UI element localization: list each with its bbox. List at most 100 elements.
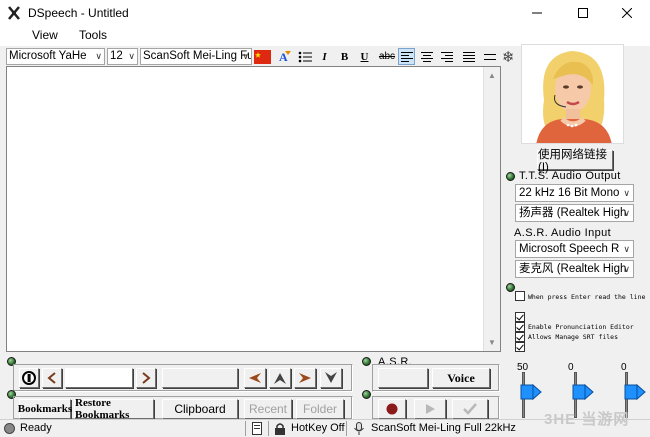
arrow-left-icon [47,372,56,384]
chevron-down-icon: ∨ [623,244,630,254]
pronunciation-label: Enable Pronunciation Editor [528,323,634,331]
voice-select[interactable]: ScanSoft Mei-Ling Fu ∨ [140,48,252,65]
justify-icon [462,51,475,62]
asr-engine-select[interactable]: Microsoft Speech R ∨ [515,240,634,258]
snowflake-icon[interactable]: ❄ [502,48,515,66]
align-right-button[interactable] [438,48,455,65]
strikethrough-button[interactable]: abc [377,48,397,65]
status-badge [506,172,515,181]
play-icon [426,404,435,414]
triangle-down-icon [325,372,337,383]
previous-button[interactable] [42,368,62,388]
tts-device-select[interactable]: 扬声器 (Realtek High ∨ [515,204,634,222]
chevron-down-icon: ∨ [623,208,630,218]
bold-button[interactable]: B [336,48,353,65]
text-editor[interactable]: ▲ ▼ [6,66,501,352]
status-hotkey: HotKey Off [291,422,345,434]
menu-tools[interactable]: Tools [75,28,111,42]
china-flag-icon [254,49,271,64]
restore-bookmarks-button[interactable]: Restore Bookmarks [74,397,154,421]
menu-bar: View Tools [0,26,650,46]
title-bar: DSpeech - Untitled [0,0,650,26]
underline-button[interactable]: U [356,48,373,65]
folder-button[interactable]: Folder [296,399,344,419]
editor-scrollbar[interactable]: ▲ ▼ [483,67,500,351]
tts-format-value: 22 kHz 16 Bit Mono [519,187,620,199]
scroll-up-icon[interactable]: ▲ [484,67,500,84]
asr-engine-value: Microsoft Speech R [519,243,620,255]
chevron-down-icon: ∨ [623,264,630,274]
microphone-icon [354,422,364,435]
option-checkbox[interactable] [515,312,525,322]
tts-format-select[interactable]: 22 kHz 16 Bit Mono ∨ [515,184,634,202]
left-nav-button[interactable] [244,368,266,388]
next-button[interactable] [136,368,156,388]
font-select-value: Microsoft YaHe [9,50,87,62]
start-icon [22,371,36,385]
clipboard-button[interactable]: Clipboard [162,399,238,419]
down-nav-button[interactable] [320,368,342,388]
tts-device-value: 扬声器 (Realtek High [519,207,627,219]
position-field[interactable] [65,368,133,388]
font-color-button[interactable]: A [276,48,293,65]
font-select[interactable]: Microsoft YaHe ∨ [6,48,105,65]
font-size-select[interactable]: 12 ∨ [107,48,138,65]
srt-checkbox[interactable] [515,332,525,342]
web-link-button[interactable]: 使用网络链接(I) [537,149,613,174]
bullets-button[interactable] [296,48,313,65]
chevron-down-icon: ∨ [128,51,135,61]
confirm-button[interactable] [452,399,488,419]
minimize-button[interactable] [514,0,560,26]
enter-read-checkbox[interactable] [515,291,525,301]
volume-slider-thumb[interactable] [520,377,542,407]
justify-button[interactable] [460,48,477,65]
align-center-button[interactable] [418,48,435,65]
slider-rate-value: 0 [568,362,574,373]
italic-button[interactable]: I [316,48,333,65]
pitch-slider-thumb[interactable] [624,377,646,407]
asr-blank-button[interactable] [378,368,428,388]
status-ready: Ready [20,422,52,434]
close-button[interactable] [604,0,650,26]
enter-read-label: When press Enter read the line [528,293,646,301]
option-checkbox[interactable] [515,342,525,352]
chevron-down-icon: ∨ [95,51,102,61]
voice-button[interactable]: Voice [432,368,490,388]
play-button[interactable] [414,399,446,419]
pronunciation-checkbox[interactable] [515,322,525,332]
record-icon [386,403,398,415]
close-icon [622,8,632,18]
menu-view[interactable]: View [28,28,62,42]
lock-icon [275,423,285,435]
align-left-button[interactable] [398,48,415,65]
status-divider [346,421,347,436]
rate-slider-thumb[interactable] [572,377,594,407]
status-badge [362,357,371,366]
status-divider [268,421,269,436]
bookmarks-button[interactable]: Bookmarks [18,399,72,419]
right-nav-button[interactable] [294,368,316,388]
blank-button[interactable] [162,368,238,388]
language-flag-button[interactable] [254,48,271,65]
up-nav-button[interactable] [269,368,291,388]
voice-select-value: ScanSoft Mei-Ling Fu [143,50,252,62]
app-logo-icon [8,6,20,20]
line-spacing-button[interactable] [481,48,498,65]
arrow-right-icon [142,372,151,384]
asr-device-value: 麦克风 (Realtek High [519,263,627,275]
minimize-icon [532,12,542,14]
font-color-icon: A [279,50,291,64]
recent-button[interactable]: Recent [244,399,292,419]
document-icon [252,422,262,435]
record-button[interactable] [378,399,406,419]
maximize-button[interactable] [560,0,606,26]
line-spacing-icon [483,53,496,60]
align-left-icon [400,51,413,62]
triangle-up-icon [274,373,286,384]
options-panel: When press Enter read the line Enable Pr… [512,288,645,356]
asr-device-select[interactable]: 麦克风 (Realtek High ∨ [515,260,634,278]
scroll-down-icon[interactable]: ▼ [484,334,500,351]
tts-output-label: T.T.S. Audio Output [519,170,621,182]
start-button[interactable] [19,368,39,388]
status-badge [362,390,371,399]
